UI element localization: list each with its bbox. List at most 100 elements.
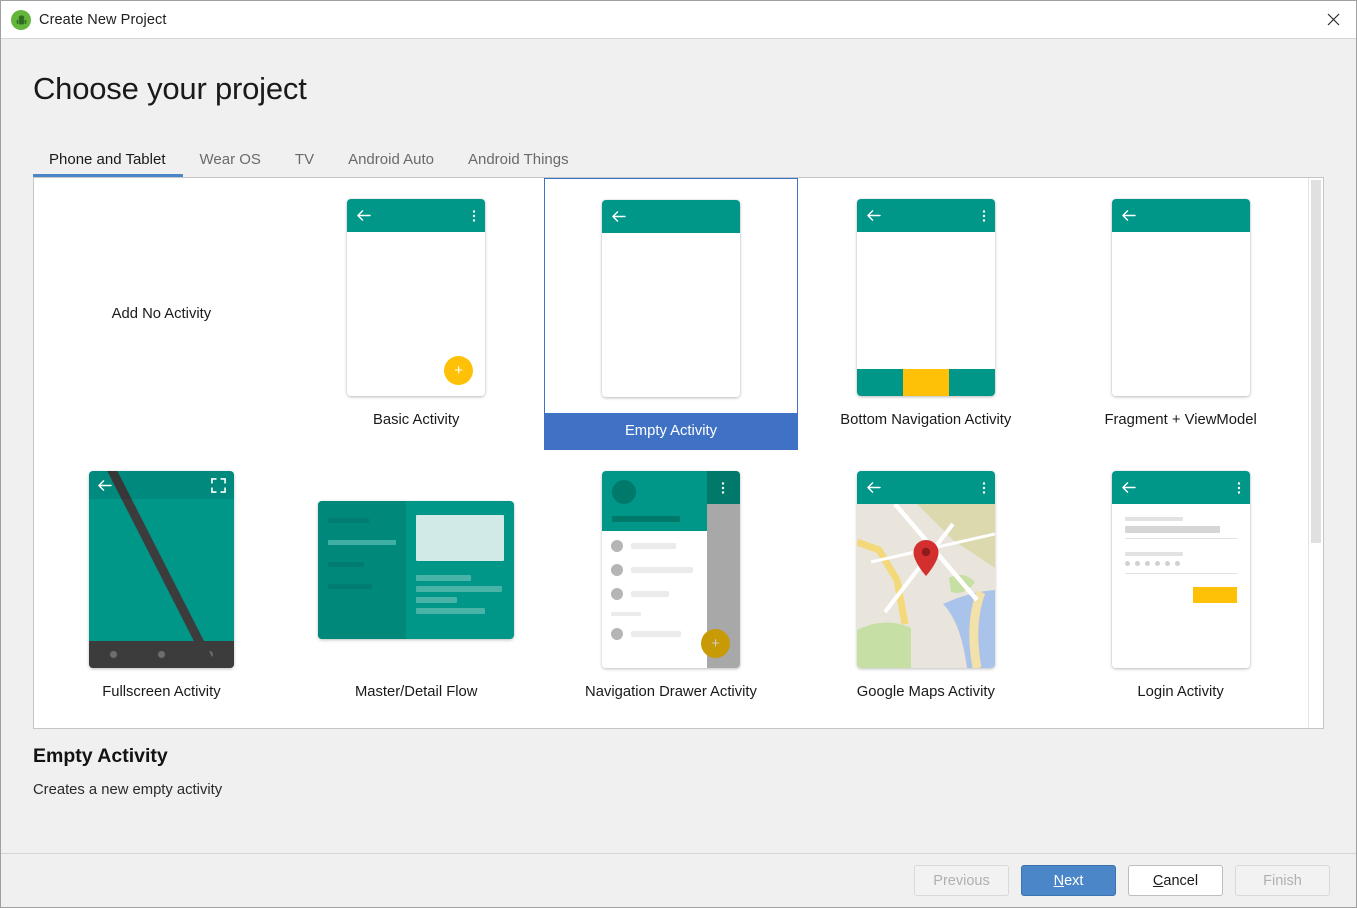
thumb-appbar (1111, 199, 1250, 232)
thumb-appbar (856, 199, 995, 232)
thumb-appbar (601, 200, 740, 233)
thumb-appbar (88, 471, 234, 499)
tab-android-auto[interactable]: Android Auto (331, 151, 451, 177)
drawer-item-list (602, 531, 707, 640)
bottom-navigation-bar (856, 369, 995, 396)
android-robot-icon (11, 9, 31, 30)
drawer-item (610, 628, 698, 640)
template-card-master-detail-flow[interactable]: Master/Detail Flow (289, 450, 544, 722)
template-thumbnail-google-maps (798, 462, 1053, 677)
template-card-bottom-navigation-activity[interactable]: Bottom Navigation Activity (798, 178, 1053, 450)
drawer-item (610, 564, 698, 576)
thumb-appbar (1111, 471, 1250, 504)
template-label: Navigation Drawer Activity (585, 684, 757, 700)
previous-button[interactable]: Previous (914, 865, 1009, 896)
tab-wear-os[interactable]: Wear OS (183, 151, 278, 177)
floating-action-button-icon: + (700, 629, 730, 658)
template-thumbnail-bottom-navigation (798, 190, 1053, 405)
device-category-tabs: Phone and Tablet Wear OS TV Android Auto… (33, 141, 1324, 177)
avatar (611, 480, 636, 504)
diagonal-stripe (94, 471, 234, 668)
next-rest: ext (1064, 872, 1084, 889)
navigation-drawer-panel (601, 471, 707, 668)
cancel-button[interactable]: Cancel (1128, 865, 1223, 896)
description-text: Creates a new empty activity (33, 782, 223, 798)
template-card-google-maps-activity[interactable]: Google Maps Activity (798, 450, 1053, 722)
detail-pane (406, 501, 514, 639)
dialog-footer: Previous Next Cancel Finish (1, 853, 1356, 907)
create-new-project-dialog: Create New Project Choose your project P… (0, 0, 1357, 908)
thumb-appbar (347, 199, 486, 232)
thumb-appbar (856, 471, 995, 504)
sign-in-button-preview (1192, 587, 1237, 603)
template-thumbnail-fullscreen (34, 462, 289, 677)
template-label: Master/Detail Flow (354, 684, 478, 700)
back-arrow-icon (867, 482, 881, 493)
template-label: Basic Activity (373, 412, 460, 428)
nav-dot (157, 651, 165, 658)
overflow-menu-icon (982, 209, 985, 222)
template-thumbnail-master-detail (289, 462, 544, 677)
back-arrow-icon (612, 211, 626, 222)
back-arrow-icon (98, 479, 112, 491)
cancel-rest: ancel (1163, 872, 1199, 889)
template-thumbnail-basic-activity: + (289, 190, 544, 405)
master-pane (318, 500, 407, 639)
drawer-header (601, 471, 707, 531)
nav-dot (109, 651, 117, 658)
template-card-empty-activity[interactable]: Empty Activity (543, 178, 799, 450)
back-arrow-icon (1121, 482, 1136, 493)
username-label (1124, 517, 1183, 521)
template-gallery: Add No Activity + Basic Activity Empty A… (33, 177, 1324, 729)
tab-tv[interactable]: TV (278, 151, 331, 177)
tab-android-things[interactable]: Android Things (451, 151, 586, 177)
drawer-item (610, 588, 698, 600)
overflow-menu-icon (1237, 481, 1240, 494)
template-thumbnail-empty-activity (545, 191, 798, 406)
fullscreen-expand-icon (211, 477, 226, 493)
overflow-menu-icon (982, 481, 985, 494)
template-card-login-activity[interactable]: Login Activity (1053, 450, 1308, 722)
floating-action-button-icon: + (444, 356, 474, 385)
template-label: Add No Activity (111, 306, 212, 322)
template-description: Empty Activity Creates a new empty activ… (1, 729, 1356, 853)
template-label: Google Maps Activity (856, 684, 995, 700)
back-arrow-icon (1121, 210, 1136, 221)
template-thumbnail-login (1053, 462, 1308, 677)
drawer-scrim: + (700, 471, 740, 668)
template-label: Login Activity (1137, 684, 1224, 700)
template-card-fragment-viewmodel[interactable]: Fragment + ViewModel (1053, 178, 1308, 450)
next-button[interactable]: Next (1021, 865, 1116, 896)
tab-phone-and-tablet[interactable]: Phone and Tablet (33, 151, 183, 177)
template-card-add-no-activity[interactable]: Add No Activity (34, 178, 289, 450)
template-card-basic-activity[interactable]: + Basic Activity (289, 178, 544, 450)
map-preview (856, 504, 995, 668)
back-arrow-icon (867, 210, 881, 221)
scrollbar-thumb[interactable] (1311, 180, 1321, 543)
template-grid: Add No Activity + Basic Activity Empty A… (34, 178, 1308, 728)
template-thumbnail-fragment-viewmodel (1053, 190, 1308, 405)
template-card-fullscreen-activity[interactable]: Fullscreen Activity (34, 450, 289, 722)
template-label: Fragment + ViewModel (1104, 412, 1257, 428)
password-dots (1124, 561, 1237, 566)
description-title: Empty Activity (33, 745, 168, 767)
template-label: Empty Activity (544, 412, 798, 449)
close-icon[interactable] (1310, 1, 1356, 38)
next-mnemonic: N (1053, 872, 1065, 889)
drawer-divider (610, 612, 641, 616)
cancel-mnemonic: C (1152, 872, 1164, 889)
back-arrow-icon (357, 210, 371, 221)
template-label: Bottom Navigation Activity (840, 412, 1012, 428)
template-card-navigation-drawer-activity[interactable]: + Navigation Drawer Activity (544, 450, 799, 722)
window-title: Create New Project (39, 11, 167, 28)
finish-button[interactable]: Finish (1235, 865, 1330, 896)
overflow-menu-icon (472, 209, 476, 222)
window-titlebar: Create New Project (1, 1, 1356, 39)
template-thumbnail-navigation-drawer: + (544, 462, 799, 677)
drawer-item (610, 540, 698, 552)
password-label (1124, 552, 1183, 556)
overflow-menu-icon (722, 481, 725, 494)
username-value (1124, 526, 1220, 533)
page-title: Choose your project (33, 71, 307, 106)
gallery-scrollbar[interactable] (1308, 178, 1323, 728)
